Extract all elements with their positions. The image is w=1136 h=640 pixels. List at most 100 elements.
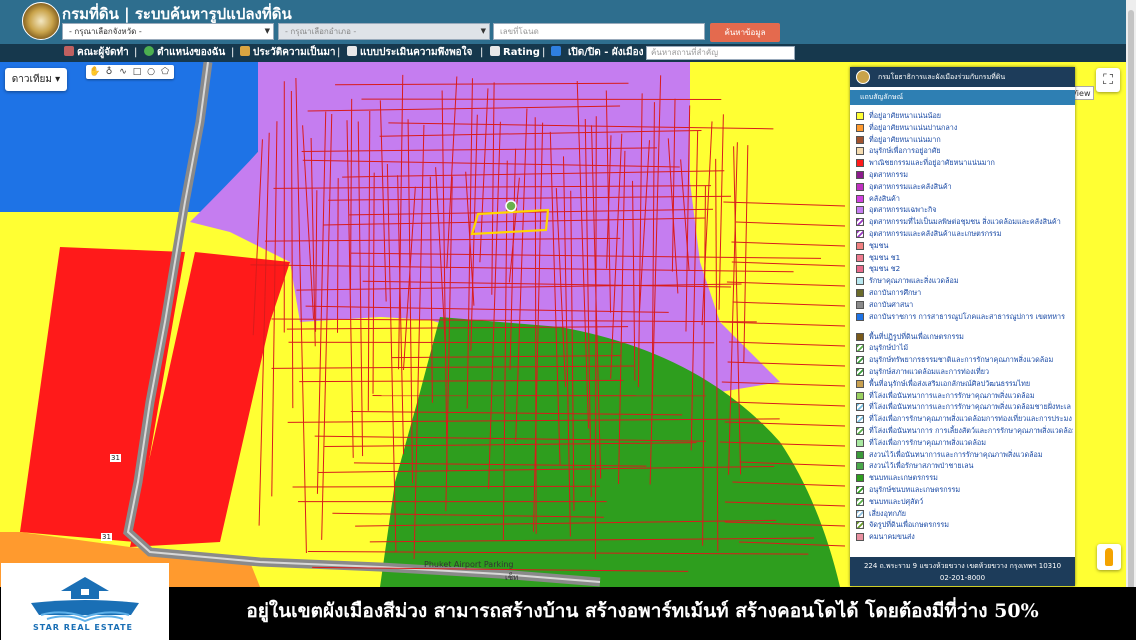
legend-list: ที่อยู่อาศัยหนาแน่นน้อย ที่อยู่อาศัยหนาแน… [855,110,1073,543]
legend-item: พื้นที่ปฏิรูปที่ดินเพื่อเกษตรกรรม [855,331,1073,343]
legend-swatch [856,379,864,388]
legend-swatch [856,253,864,262]
toolbar-item-team[interactable]: คณะผู้จัดทำ [64,46,129,60]
toolbar-item-label: แบบประเมินความพึงพอใจ [360,47,473,58]
legend-swatch [856,288,864,297]
toolbar-item-survey[interactable]: แบบประเมินความพึงพอใจ [347,46,472,60]
legend-swatch [856,241,864,250]
legend-item-label: อุตสาหกรรมเฉพาะกิจ [869,205,937,215]
legend-swatch [856,438,864,447]
legend-item: ชนบทและเกษตรกรรม [855,472,1073,484]
site-header: กรมที่ดิน | ระบบค้นหารูปแปลงที่ดิน - กรุ… [0,0,1126,44]
legend-swatch [856,206,864,215]
legend-item-label: เสี่ยงอุทกภัย [869,508,906,518]
document-icon [347,46,357,56]
legend-swatch [856,147,864,156]
legend-swatch [856,356,864,365]
line-icon[interactable]: ∿ [116,65,130,79]
legend-item: สถาบันศาสนา [855,299,1073,311]
legend-item-label: คลังสินค้า [869,193,900,203]
legend-item-label: อุตสาหกรรม [869,169,908,179]
marker-icon[interactable]: ♁ [102,65,116,79]
province-select[interactable]: - กรุณาเลือกจังหวัด - ▼ [62,23,274,40]
amphoe-select[interactable]: - กรุณาเลือกอำเภอ - ▼ [278,23,490,40]
parcel-number-input[interactable]: เลขที่โฉนด [493,23,705,40]
legend-item: อนุรักษ์ชนบทและเกษตรกรรม [855,484,1073,496]
toolbar-item-history[interactable]: ประวัติความเป็นมา [240,46,336,60]
legend-swatch [856,332,864,341]
circle-icon[interactable]: ○ [144,65,158,79]
legend-item: อุตสาหกรรม [855,169,1073,181]
legend-swatch [856,300,864,309]
legend-swatch [856,497,864,506]
location-pin-icon[interactable] [505,200,517,212]
toolbar-item-rating[interactable]: Rating [490,46,540,60]
legend-item-label: สถาบันศาสนา [869,299,914,309]
legend-swatch [856,403,864,412]
parcel-line [336,178,339,333]
legend-tab[interactable]: แถบสัญลักษณ์ [850,90,1075,105]
legend-item-label: สงวนไว้เพื่อรักษาสภาพป่าชายเลน [869,461,974,471]
square-icon[interactable]: □ [130,65,144,79]
legend-swatch [856,218,864,227]
legend-item-label: อนุรักษ์ชนบทและเกษตรกรรม [869,484,961,494]
legend-swatch [856,194,864,203]
legend-item-label: อุตสาหกรรมและคลังสินค้าและเกษตรกรรม [869,228,1002,238]
draw-toolbar: ✋ ♁ ∿ □ ○ ⬠ [86,65,174,79]
toolbar-separator: | [134,47,138,58]
province-select-value: - กรุณาเลือกจังหวัด - [69,27,142,36]
legend-item: จัดรูปที่ดินเพื่อเกษตรกรรม [855,519,1073,531]
legend-item: คมนาคมขนส่ง [855,531,1073,543]
legend-swatch [856,521,864,530]
checkbox-checked-icon[interactable] [551,46,561,56]
place-search-input[interactable]: ค้นหาสถานที่สำคัญ [646,46,795,60]
toolbar-separator: | [542,47,546,58]
legend-item-label: อนุรักษ์ทรัพยากรธรรมชาติและการรักษาคุณภา… [869,355,1054,365]
legend-swatch [856,533,864,542]
legend-swatch [856,159,864,168]
legend-item-label: พื้นที่อนุรักษ์เพื่อส่งเสริมเอกลักษณ์ศิล… [869,378,1031,388]
street-view-pegman-icon[interactable] [1097,544,1121,570]
legend-swatch [856,450,864,459]
legend-item: อนุรักษ์เพื่อการอยู่อาศัย [855,145,1073,157]
legend-swatch [856,135,864,144]
legend-item: พื้นที่อนุรักษ์เพื่อส่งเสริมเอกลักษณ์ศิล… [855,378,1073,390]
legend-swatch [856,485,864,494]
fullscreen-icon[interactable]: ⛶ [1096,68,1120,92]
caption-text: อยู่ในเขตผังเมืองสีม่วง สามารถสร้างบ้าน … [246,600,1039,622]
legend-item: ที่โล่งเพื่อนันทนาการและการรักษาคุณภาพสิ… [855,390,1073,402]
legend-item-label: สถาบันการศึกษา [869,287,922,297]
toolbar-item-toggle-zoning[interactable]: เปิด/ปิด - ผังเมือง [551,46,644,60]
legend-item-label: สถาบันราชการ การสาธารณูปโภคและสาธารณูปกา… [869,311,1065,321]
legend-swatch [856,426,864,435]
page-scrollbar[interactable] [1126,0,1136,640]
toolbar-item-label: ตำแหน่งของฉัน [157,47,226,58]
legend-item: คลังสินค้า [855,193,1073,205]
chevron-down-icon: ▼ [480,27,486,35]
legend-swatch [856,277,864,286]
legend-item: ชุมชน ช2 [855,263,1073,275]
toolbar-item-label: ประวัติความเป็นมา [253,47,336,58]
road-number-marker: 31 [101,533,112,541]
globe-icon [144,46,154,56]
basemap-select-label: ดาวเทียม [11,74,52,85]
seal-icon [856,70,870,84]
legend-item-label: ที่โล่งเพื่อการรักษาคุณภาพสิ่งแวดล้อมการ… [869,414,1072,424]
legend-item-label: พื้นที่ปฏิรูปที่ดินเพื่อเกษตรกรรม [869,331,964,341]
legend-header: กรมโยธาธิการและผังเมืองร่วมกับกรมที่ดิน [850,67,1075,87]
hand-icon[interactable]: ✋ [88,65,102,79]
search-button[interactable]: ค้นหาข้อมูล [710,23,780,42]
polygon-icon[interactable]: ⬠ [158,65,172,79]
legend-swatch [856,415,864,424]
scrollbar-thumb[interactable] [1128,10,1134,620]
app-root: กรมที่ดิน | ระบบค้นหารูปแปลงที่ดิน - กรุ… [0,0,1136,640]
legend-swatch [856,112,864,120]
toolbar-item-label: Rating [503,47,540,58]
legend-item: ชนบทและปศุสัตว์ [855,496,1073,508]
toolbar-item-my-location[interactable]: ตำแหน่งของฉัน [144,46,225,60]
legend-item: อนุรักษ์ป่าไม้ [855,342,1073,354]
legend-item-label: รักษาคุณภาพและสิ่งแวดล้อม [869,276,959,286]
legend-swatch [856,182,864,191]
basemap-select[interactable]: ดาวเทียม ▾ [5,68,67,91]
legend-item: อุตสาหกรรมและคลังสินค้าและเกษตรกรรม [855,228,1073,240]
